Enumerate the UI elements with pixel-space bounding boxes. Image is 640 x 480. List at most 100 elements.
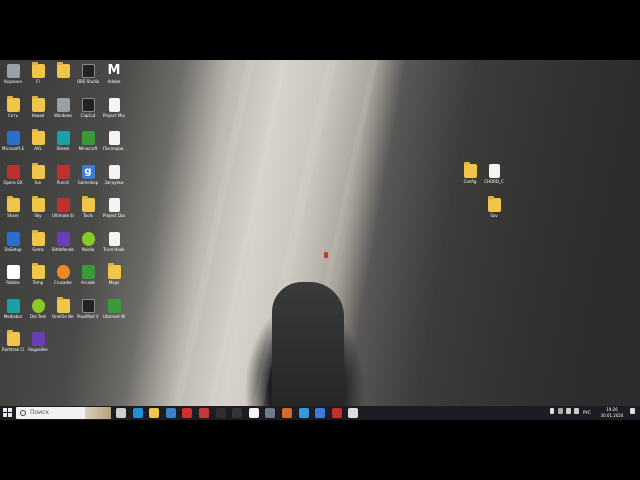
- document-icon: [108, 198, 120, 212]
- desktop-icon[interactable]: fun: [27, 162, 49, 185]
- desktop-icon[interactable]: Microsoft Edge: [2, 131, 24, 151]
- yandex-icon[interactable]: [248, 408, 259, 418]
- desktop-icon[interactable]: Roblox: [2, 265, 24, 285]
- desktop-icon[interactable]: Punch: [52, 164, 74, 185]
- folder-icon: [31, 62, 45, 78]
- desktop-icon[interactable]: [52, 62, 74, 79]
- media-icon[interactable]: [232, 408, 243, 418]
- clock[interactable]: 19:26 30.01.2024: [597, 407, 627, 419]
- desktop-icon[interactable]: Корзина: [2, 64, 24, 84]
- desktop-icon[interactable]: Config: [459, 162, 481, 184]
- desktop-icon[interactable]: Tools: [77, 196, 99, 218]
- desktop-icon[interactable]: Utorrent Web: [103, 298, 125, 319]
- record-icon[interactable]: [331, 408, 342, 418]
- pinned-app-icon[interactable]: [265, 408, 276, 418]
- app-icon: [6, 131, 20, 145]
- app-icon: [6, 64, 20, 78]
- window-icon[interactable]: [348, 408, 359, 418]
- edge-icon[interactable]: [132, 408, 143, 418]
- desktop-icon-label: Roguelike: [28, 347, 48, 352]
- desktop-icon[interactable]: Steam: [52, 131, 74, 151]
- folder-app-icon[interactable]: [282, 408, 292, 418]
- desktop-icon[interactable]: Mediabar: [2, 298, 24, 319]
- chevron-up-icon[interactable]: [550, 408, 554, 414]
- desktop-icon-label: Trust Hook: [103, 246, 125, 252]
- screen: Корзина Fl OBS Studio M Adobe Сеть Новая Window…: [0, 0, 640, 480]
- desktop-icon[interactable]: Share: [2, 196, 24, 218]
- desktop-icon-label: Adobe: [107, 79, 121, 84]
- desktop-icon[interactable]: M Adobe: [103, 63, 125, 85]
- desktop-icon[interactable]: Nvidia: [77, 231, 99, 252]
- desktop-icon-label: Nvidia: [81, 246, 95, 252]
- app-icon: [31, 298, 45, 313]
- desktop-icon[interactable]: Загрузки: [103, 164, 125, 185]
- explorer-icon[interactable]: [149, 408, 160, 418]
- desktop-icon[interactable]: Fl: [27, 62, 49, 84]
- task-view-icon[interactable]: [116, 408, 126, 418]
- desktop-icon[interactable]: Project Music: [103, 97, 125, 118]
- search-highlight-image: [85, 407, 111, 419]
- desktop-icon[interactable]: Новая: [27, 95, 49, 118]
- desktop-icon[interactable]: Opera GX: [2, 164, 24, 185]
- desktop-icon[interactable]: Ramtrak Clip: [2, 330, 24, 352]
- desktop-icon[interactable]: Temp: [27, 263, 49, 285]
- desktop-icon[interactable]: DxSetup: [2, 231, 24, 252]
- desktop-icon[interactable]: Maps: [103, 263, 125, 285]
- desktop-icon-label: Gameloop: [77, 179, 99, 185]
- opera-icon[interactable]: [182, 408, 193, 418]
- desktop-icon[interactable]: Minecraft: [77, 131, 99, 151]
- desktop-icon[interactable]: Roguelike: [27, 332, 49, 352]
- desktop-icon[interactable]: CHORD_C: [483, 164, 505, 184]
- windows-logo-pane: [8, 413, 12, 417]
- network-icon[interactable]: [298, 408, 309, 418]
- desktop-icon-label: Config: [463, 179, 477, 184]
- store-icon[interactable]: [165, 408, 176, 418]
- language-indicator[interactable]: РУС: [583, 410, 591, 415]
- start-button[interactable]: [3, 408, 13, 418]
- desktop-icon[interactable]: AVL: [27, 129, 49, 151]
- search-box[interactable]: Поиск: [16, 407, 111, 419]
- desktop-icon-label: Последов...: [103, 146, 125, 151]
- document-icon: [108, 231, 120, 246]
- desktop-icon[interactable]: Сеть: [2, 95, 24, 118]
- tray-app-icon[interactable]: [558, 408, 563, 414]
- desktop-icon[interactable]: Gems: [27, 229, 49, 252]
- rock-streak: [173, 60, 255, 406]
- document-icon: [108, 97, 120, 112]
- search-icon: [20, 410, 26, 416]
- game-icon[interactable]: [199, 408, 209, 418]
- terminal-icon[interactable]: [215, 408, 226, 418]
- desktop[interactable]: Корзина Fl OBS Studio M Adobe Сеть Новая Window…: [0, 60, 640, 406]
- desktop-icon[interactable]: OneFile Net: [52, 296, 74, 319]
- desktop-icon[interactable]: Trust Hook: [103, 231, 125, 252]
- desktop-icon-label: DxSetup: [4, 246, 22, 252]
- desktop-icon[interactable]: PlusiMod V2: [77, 298, 99, 319]
- folder-icon: [31, 95, 45, 112]
- app-icon: M: [107, 63, 121, 78]
- volume-icon[interactable]: [574, 408, 579, 414]
- windows-logo-icon: [3, 408, 7, 412]
- desktop-icon[interactable]: Ultimate Edge: [52, 198, 74, 218]
- desktop-icon-label: Fl: [36, 79, 40, 84]
- desktop-icon[interactable]: Windows: [52, 97, 74, 118]
- desktop-icon[interactable]: g Gameloop: [77, 164, 99, 185]
- desktop-icon[interactable]: CapCut: [77, 97, 99, 118]
- desktop-icon-label: OneFile Net: [52, 313, 74, 319]
- desktop-icon[interactable]: Del Text: [27, 298, 49, 319]
- network-tray-icon[interactable]: [566, 408, 571, 414]
- windows-logo-pane: [8, 408, 12, 412]
- desktop-icon[interactable]: Bitdefender: [52, 231, 74, 252]
- desktop-icon[interactable]: Arcade: [77, 265, 99, 285]
- gameloop-icon[interactable]: [315, 408, 326, 418]
- desktop-icon[interactable]: OBS Studio: [77, 64, 99, 84]
- desktop-icon[interactable]: Project Doc: [103, 198, 125, 218]
- document-icon: [108, 131, 120, 145]
- desktop-icon[interactable]: Sav: [483, 196, 505, 218]
- desktop-icon[interactable]: Последов...: [103, 131, 125, 151]
- desktop-icon[interactable]: Sky: [27, 196, 49, 218]
- notification-icon[interactable]: [630, 408, 635, 414]
- desktop-icon-label: Новая: [31, 112, 45, 118]
- desktop-icon[interactable]: Crusader: [52, 265, 74, 285]
- clock-date: 30.01.2024: [600, 413, 624, 418]
- desktop-icon-label: Загрузки: [104, 179, 124, 185]
